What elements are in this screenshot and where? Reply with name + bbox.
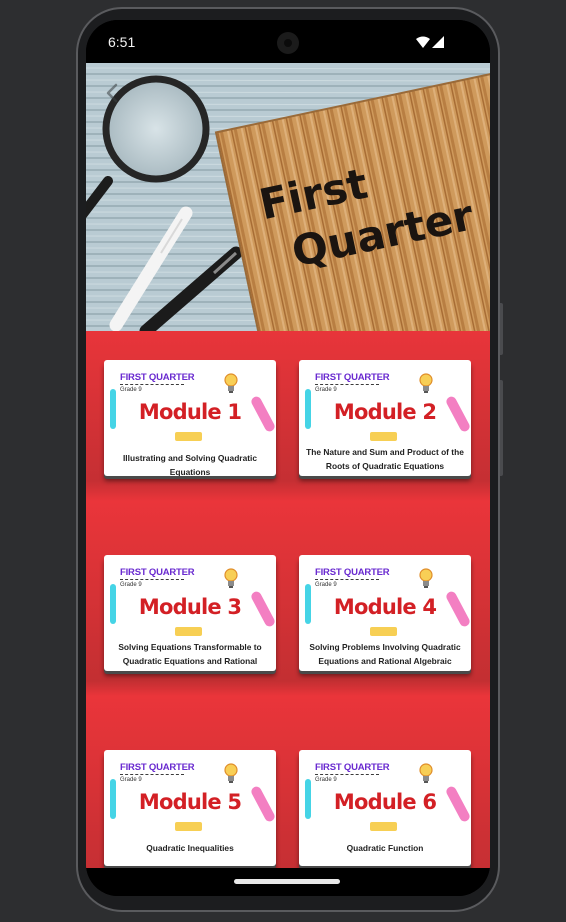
- lightbulb-icon: [419, 373, 433, 393]
- module-title: Module 6: [333, 790, 437, 814]
- module-thumbnail[interactable]: FIRST QUARTER Grade 9 Module 3 Solving E…: [104, 555, 276, 671]
- signal-icon: [432, 36, 444, 48]
- module-description: Quadratic Function: [346, 843, 424, 853]
- first-quarter-banner: First Quarter: [86, 63, 490, 331]
- module-title: Module 1: [138, 400, 242, 424]
- module-title: Module 5: [138, 790, 242, 814]
- yellow-chalk-icon: [370, 432, 397, 441]
- yellow-chalk-icon: [175, 432, 202, 441]
- module-card-2[interactable]: FIRST QUARTER Grade 9 Module 2 The Natur…: [291, 338, 479, 494]
- status-time: 6:51: [108, 34, 136, 50]
- module-card-3[interactable]: FIRST QUARTER Grade 9 Module 3 Solving E…: [96, 533, 284, 689]
- module-thumbnail[interactable]: FIRST QUARTER Grade 9 Module 1 Illustrat…: [104, 360, 276, 476]
- module-card-6[interactable]: FIRST QUARTER Grade 9 Module 6 Quadratic…: [291, 728, 479, 868]
- module-description: Quadratic Inequalities: [146, 843, 234, 853]
- wifi-icon: [416, 36, 430, 48]
- home-gesture-bar[interactable]: [234, 879, 340, 884]
- module-title: Module 2: [333, 400, 437, 424]
- app-content[interactable]: First Quarter FIRST QUARTER Grade 9 Modu…: [86, 63, 490, 868]
- yellow-chalk-icon: [175, 627, 202, 636]
- status-icons: [416, 36, 444, 48]
- lightbulb-icon: [419, 568, 433, 588]
- module-header: FIRST QUARTER: [120, 567, 195, 580]
- module-description: Illustrating and Solving Quadratic Equat…: [122, 453, 258, 476]
- module-grade: Grade 9: [120, 387, 142, 393]
- module-description: The Nature and Sum and Product of the Ro…: [306, 447, 464, 471]
- module-header: FIRST QUARTER: [120, 372, 195, 385]
- module-card-5[interactable]: FIRST QUARTER Grade 9 Module 5 Quadratic…: [96, 728, 284, 868]
- module-title: Module 4: [333, 595, 437, 619]
- module-title: Module 3: [138, 595, 242, 619]
- module-description: Solving Problems Involving Quadratic Equ…: [309, 642, 461, 671]
- lightbulb-icon: [224, 763, 238, 783]
- yellow-chalk-icon: [175, 822, 202, 831]
- yellow-chalk-icon: [370, 822, 397, 831]
- module-thumbnail[interactable]: FIRST QUARTER Grade 9 Module 2 The Natur…: [299, 360, 471, 476]
- banner-image: First Quarter: [86, 63, 490, 331]
- module-grid: FIRST QUARTER Grade 9 Module 1 Illustrat…: [86, 331, 490, 868]
- module-thumbnail[interactable]: FIRST QUARTER Grade 9 Module 4 Solving P…: [299, 555, 471, 671]
- navigation-bar: [86, 868, 490, 896]
- module-grade: Grade 9: [120, 582, 142, 588]
- module-card-1[interactable]: FIRST QUARTER Grade 9 Module 1 Illustrat…: [96, 338, 284, 494]
- module-description: Solving Equations Transformable to Quadr…: [118, 642, 262, 671]
- module-header: FIRST QUARTER: [120, 762, 195, 775]
- lightbulb-icon: [419, 763, 433, 783]
- module-header: FIRST QUARTER: [315, 762, 390, 775]
- module-grade: Grade 9: [315, 777, 337, 783]
- module-thumbnail[interactable]: FIRST QUARTER Grade 9 Module 6 Quadratic…: [299, 750, 471, 866]
- phone-screen: 6:51 First Quarter FIRST QUARTER Grade 9…: [86, 20, 490, 896]
- module-grade: Grade 9: [315, 387, 337, 393]
- lightbulb-icon: [224, 373, 238, 393]
- module-thumbnail[interactable]: FIRST QUARTER Grade 9 Module 5 Quadratic…: [104, 750, 276, 866]
- front-camera: [277, 32, 299, 54]
- yellow-chalk-icon: [370, 627, 397, 636]
- lightbulb-icon: [224, 568, 238, 588]
- module-grade: Grade 9: [120, 777, 142, 783]
- status-bar: 6:51: [86, 20, 490, 63]
- module-header: FIRST QUARTER: [315, 372, 390, 385]
- module-grade: Grade 9: [315, 582, 337, 588]
- module-card-4[interactable]: FIRST QUARTER Grade 9 Module 4 Solving P…: [291, 533, 479, 689]
- module-header: FIRST QUARTER: [315, 567, 390, 580]
